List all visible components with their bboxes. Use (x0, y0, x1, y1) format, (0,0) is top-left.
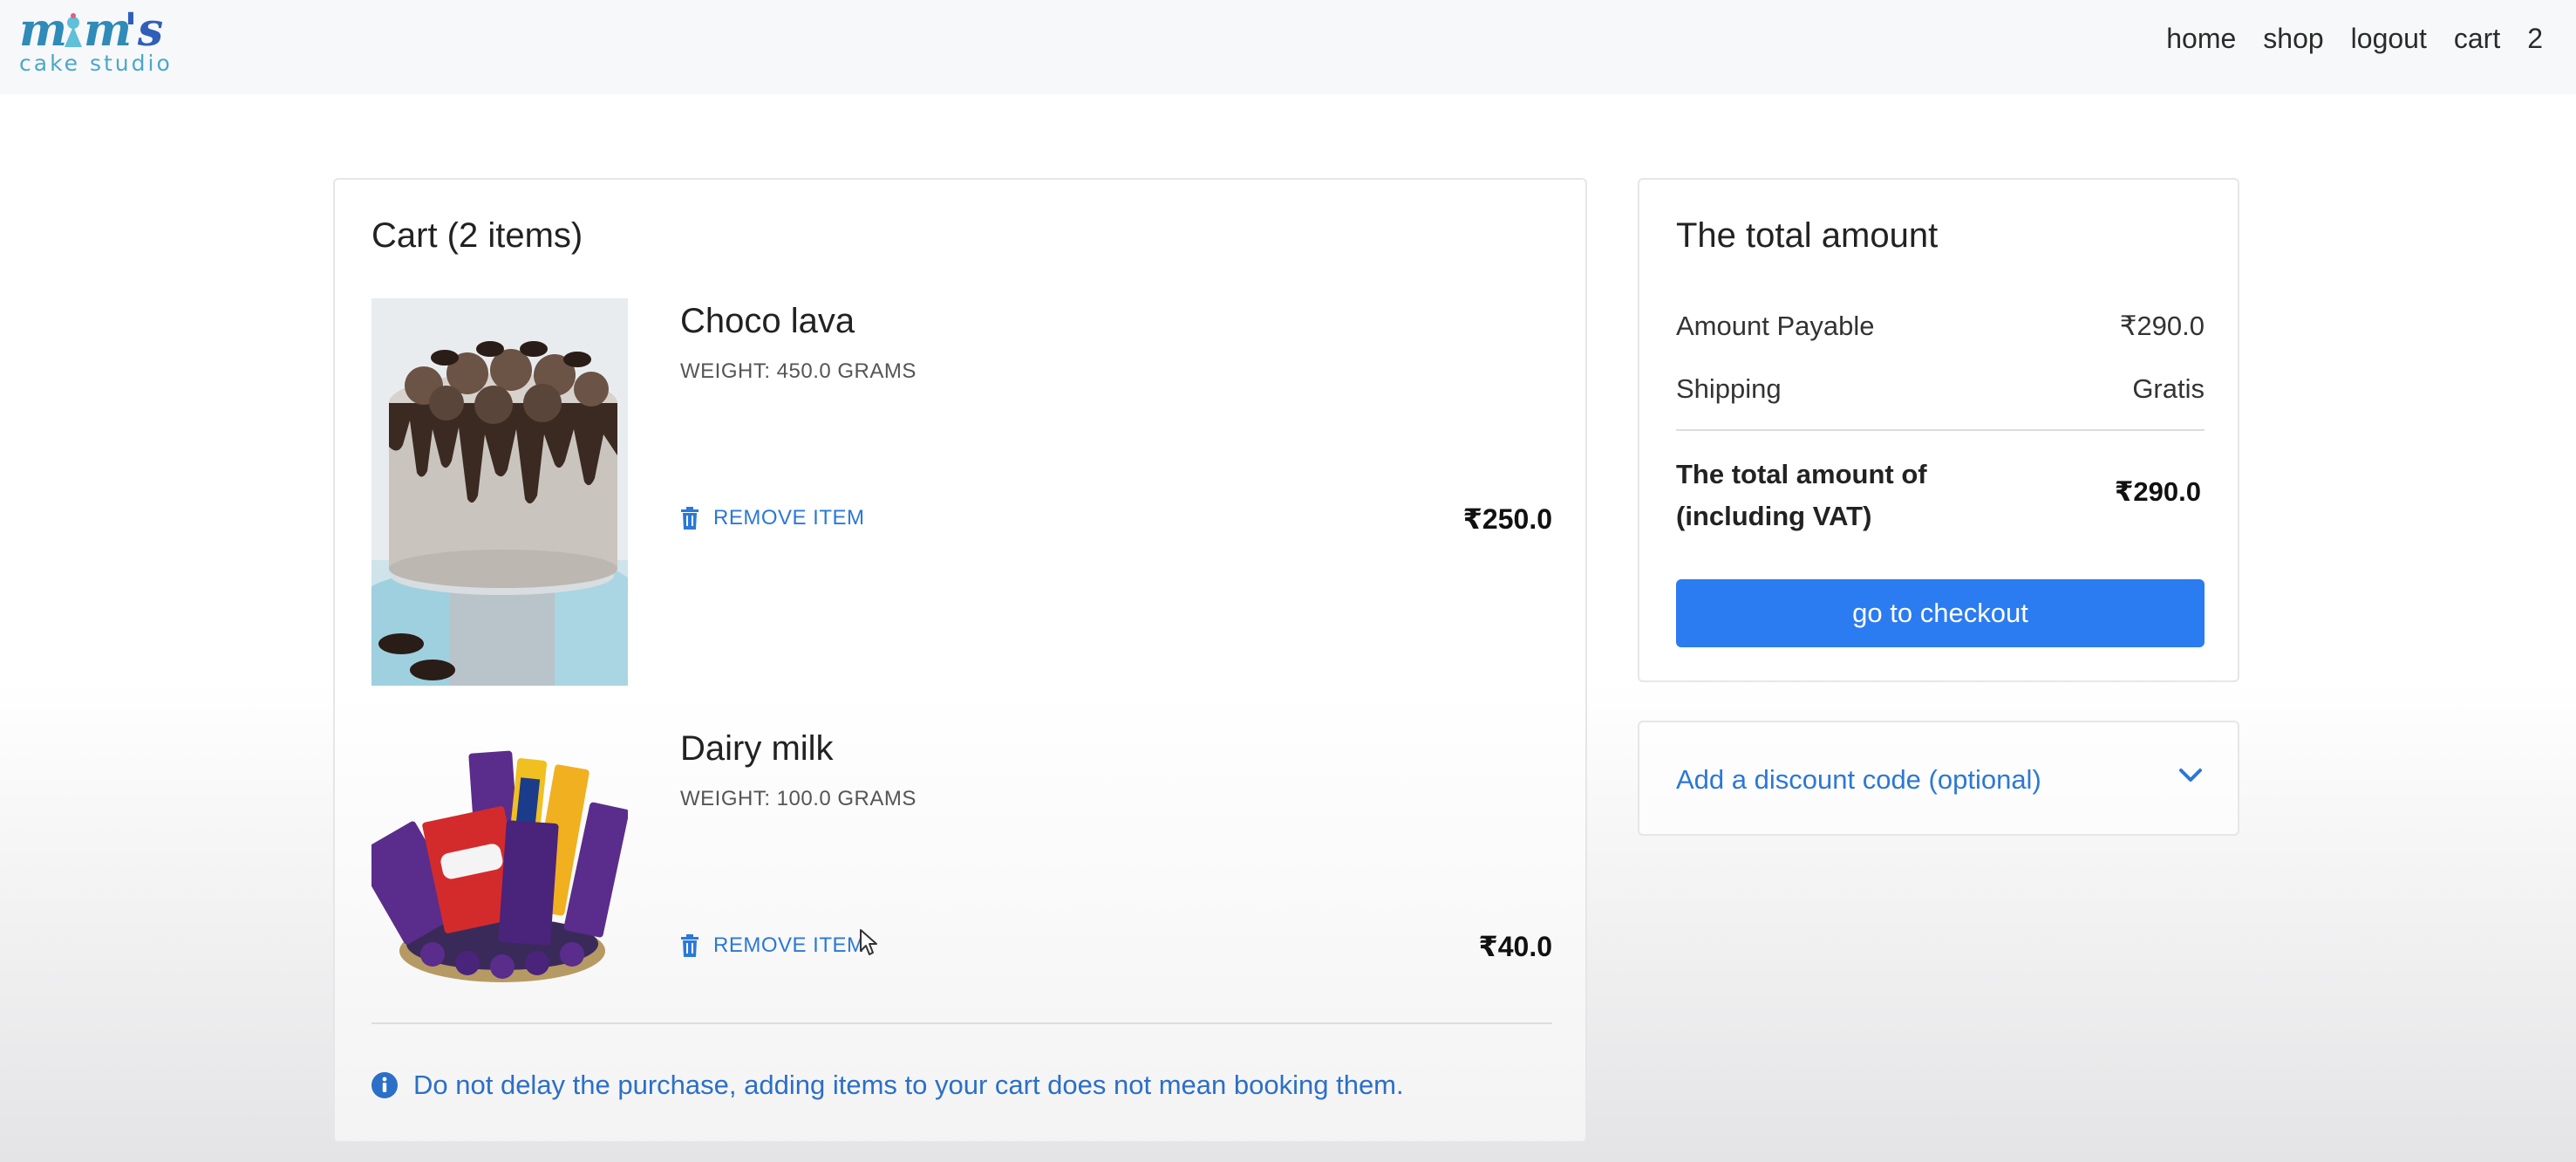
shipping-value: Gratis (2132, 373, 2205, 404)
remove-item-label: REMOVE ITEM (713, 933, 865, 957)
total-divider (1676, 429, 2205, 431)
choco-lava-image (371, 298, 628, 686)
nav-shop-link[interactable]: shop (2263, 23, 2323, 55)
item-name: Dairy milk (680, 729, 834, 768)
nav-menu: home shop logout cart 2 (2139, 23, 2543, 55)
grand-total-label: The total amount of (including VAT) (1676, 459, 1927, 531)
dairy-milk-image (371, 726, 628, 1113)
navbar: m m 's cake studio home shop logout cart… (0, 0, 2576, 94)
remove-item-button[interactable]: REMOVE ITEM (680, 933, 865, 958)
item-name: Choco lava (680, 302, 855, 340)
discount-label: Add a discount code (optional) (1676, 764, 2041, 795)
logo-subtitle: cake studio (19, 51, 173, 76)
chevron-down-icon[interactable] (2178, 768, 2203, 783)
logo-mark: m m 's (19, 3, 163, 54)
amount-payable-label: Amount Payable (1676, 311, 1875, 341)
cart-item: Dairy milk WEIGHT: 100.0 GRAMS REMOVE IT… (371, 726, 1552, 1113)
trash-icon (681, 934, 699, 957)
cart-item: Choco lava WEIGHT: 450.0 GRAMS REMOVE IT… (371, 298, 1552, 686)
discount-accordion[interactable]: Add a discount code (optional) (1638, 721, 2239, 836)
notice-text: Do not delay the purchase, adding items … (413, 1070, 1404, 1100)
item-price: ₹250.0 (1462, 503, 1552, 535)
shipping-label: Shipping (1676, 373, 1782, 404)
svg-text:m: m (19, 3, 67, 54)
cart-title: Cart (2 items) (371, 216, 583, 255)
mouse-cursor-icon (860, 929, 877, 955)
remove-item-button[interactable]: REMOVE ITEM (680, 506, 865, 530)
info-icon (371, 1072, 398, 1098)
checkout-button[interactable]: go to checkout (1676, 579, 2205, 647)
item-weight: WEIGHT: 450.0 GRAMS (680, 359, 917, 383)
nav-logout-link[interactable]: logout (2351, 23, 2427, 55)
svg-text:'s: 's (124, 3, 163, 54)
cart-card: Cart (2 items) Choco lava WEIGHT: 450.0 … (333, 178, 1587, 1143)
amount-payable-value: ₹290.0 (2119, 311, 2205, 341)
total-title: The total amount (1676, 216, 1939, 255)
amount-payable-row: Amount Payable ₹290.0 (1676, 311, 2205, 342)
cart-divider (371, 1022, 1552, 1024)
item-price: ₹40.0 (1478, 931, 1552, 962)
total-card: The total amount Amount Payable ₹290.0 S… (1638, 178, 2239, 682)
purchase-notice: Do not delay the purchase, adding items … (371, 1070, 1404, 1101)
remove-item-label: REMOVE ITEM (713, 506, 865, 530)
nav-cart-link[interactable]: cart (2454, 23, 2500, 55)
cart-count-badge[interactable]: 2 (2527, 23, 2543, 55)
item-weight: WEIGHT: 100.0 GRAMS (680, 787, 917, 810)
shipping-row: Shipping Gratis (1676, 373, 2205, 405)
grand-total-value: ₹290.0 (2114, 476, 2201, 507)
trash-icon (681, 507, 699, 530)
nav-home-link[interactable]: home (2166, 23, 2236, 55)
brand-logo[interactable]: m m 's cake studio (19, 3, 176, 77)
